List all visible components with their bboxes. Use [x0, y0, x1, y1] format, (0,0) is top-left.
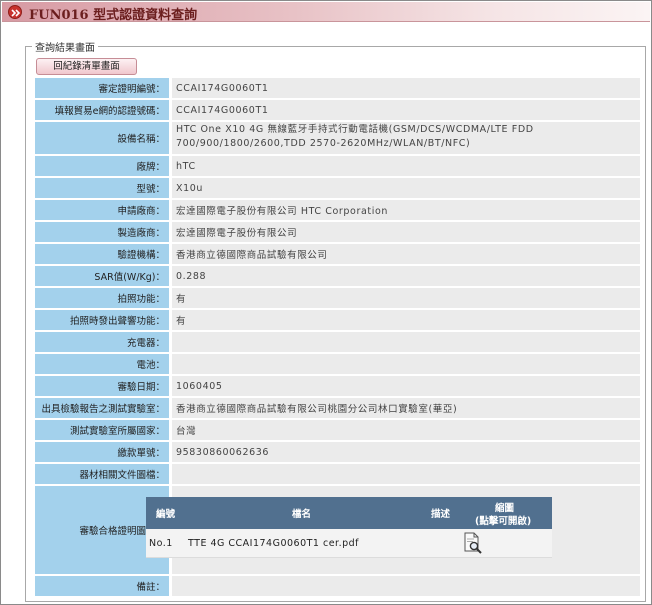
column-header-number: 編號 — [156, 509, 176, 520]
field-row: 審驗日期： 1060405 — [31, 376, 640, 396]
field-value: 有 — [172, 288, 640, 308]
page-title: FUN016 型式認證資料查詢 — [29, 8, 198, 23]
field-row: 型號： X10u — [31, 178, 640, 198]
field-value: 香港商立德國際商品試驗有限公司桃園分公司林口實驗室(華亞) — [172, 398, 640, 418]
field-value — [172, 332, 640, 352]
field-value — [172, 464, 640, 484]
field-row: 設備名稱： HTC One X10 4G 無線藍牙手持式行動電話機(GSM/DC… — [31, 122, 640, 154]
field-value: 0.288 — [172, 266, 640, 286]
field-value: hTC — [172, 156, 640, 176]
field-value — [172, 576, 640, 596]
field-row: 填報貿易e網的認證號碼： CCAI174G0060T1 — [31, 100, 640, 120]
field-label: 拍照時發出聲響功能： — [35, 310, 169, 330]
field-row: 電池： — [31, 354, 640, 374]
field-value: 有 — [172, 310, 640, 330]
field-row: 測試實驗室所屬國家： 台灣 — [31, 420, 640, 440]
column-header-thumbnail: 縮圖 — [495, 503, 515, 514]
field-label: 設備名稱： — [35, 122, 169, 154]
column-header-filename: 檔名 — [292, 509, 312, 520]
field-row: 繳款單號： 95830860062636 — [31, 442, 640, 462]
field-row: 拍照時發出聲響功能： 有 — [31, 310, 640, 330]
document-magnifier-icon[interactable] — [462, 532, 484, 554]
field-label: 驗證機構： — [35, 244, 169, 264]
field-value: 香港商立德國際商品試驗有限公司 — [172, 244, 640, 264]
field-label: 充電器： — [35, 332, 169, 352]
field-label: 器材相關文件圖檔： — [35, 464, 169, 484]
field-row: 製造廠商： 宏達國際電子股份有限公司 — [31, 222, 640, 242]
field-row: 充電器： — [31, 332, 640, 352]
window-frame: FUN016 型式認證資料查詢 查詢結果畫面 回紀錄清單畫面 審定證明編號： C… — [0, 0, 652, 605]
field-label: 電池： — [35, 354, 169, 374]
cert-number: No.1 — [149, 538, 173, 549]
field-label: 審定證明編號： — [35, 78, 169, 98]
field-value: X10u — [172, 178, 640, 198]
field-row: 拍照功能： 有 — [31, 288, 640, 308]
field-label: 審驗日期： — [35, 376, 169, 396]
table-row: No.1 TTE 4G CCAI174G0060T1 cer.pdf — [146, 529, 552, 558]
field-value: 宏達國際電子股份有限公司 — [172, 222, 640, 242]
field-row: 器材相關文件圖檔： — [31, 464, 640, 484]
field-label: 型號： — [35, 178, 169, 198]
field-label: 製造廠商： — [35, 222, 169, 242]
field-row: 驗證機構： 香港商立德國際商品試驗有限公司 — [31, 244, 640, 264]
field-row: 審定證明編號： CCAI174G0060T1 — [31, 78, 640, 98]
field-value — [172, 354, 640, 374]
field-value: 台灣 — [172, 420, 640, 440]
field-row: SAR值(W/Kg)： 0.288 — [31, 266, 640, 286]
field-value: CCAI174G0060T1 — [172, 100, 640, 120]
field-value: 1060405 — [172, 376, 640, 396]
fieldset-legend: 查詢結果畫面 — [32, 39, 98, 54]
field-label: 繳款單號： — [35, 442, 169, 462]
field-label: 測試實驗室所屬國家： — [35, 420, 169, 440]
field-label: 拍照功能： — [35, 288, 169, 308]
table-header: 編號 檔名 描述 縮圖 (點擊可開啟) — [146, 497, 552, 529]
field-row: 出具檢驗報告之測試實驗室： 香港商立德國際商品試驗有限公司桃園分公司林口實驗室(… — [31, 398, 640, 418]
field-label: 申請廠商： — [35, 200, 169, 220]
field-row: 申請廠商： 宏達國際電子股份有限公司 HTC Corporation — [31, 200, 640, 220]
field-label: SAR值(W/Kg)： — [35, 266, 169, 286]
cert-filename: TTE 4G CCAI174G0060T1 cer.pdf — [188, 538, 360, 549]
field-value: HTC One X10 4G 無線藍牙手持式行動電話機(GSM/DCS/WCDM… — [172, 122, 640, 154]
column-header-thumbnail-hint: (點擊可開啟) — [475, 516, 532, 527]
field-row: 廠牌： hTC — [31, 156, 640, 176]
field-label: 備註： — [35, 576, 169, 596]
back-to-list-button[interactable]: 回紀錄清單畫面 — [36, 58, 137, 75]
field-value: 95830860062636 — [172, 442, 640, 462]
title-bar: FUN016 型式認證資料查詢 — [2, 2, 650, 23]
field-label: 廠牌： — [35, 156, 169, 176]
field-value: CCAI174G0060T1 — [172, 78, 640, 98]
field-row: 備註： — [31, 576, 640, 596]
column-header-description: 描述 — [431, 509, 451, 520]
double-chevron-right-icon — [8, 5, 22, 19]
field-label: 填報貿易e網的認證號碼： — [35, 100, 169, 120]
field-label: 出具檢驗報告之測試實驗室： — [35, 398, 169, 418]
field-value: 宏達國際電子股份有限公司 HTC Corporation — [172, 200, 640, 220]
